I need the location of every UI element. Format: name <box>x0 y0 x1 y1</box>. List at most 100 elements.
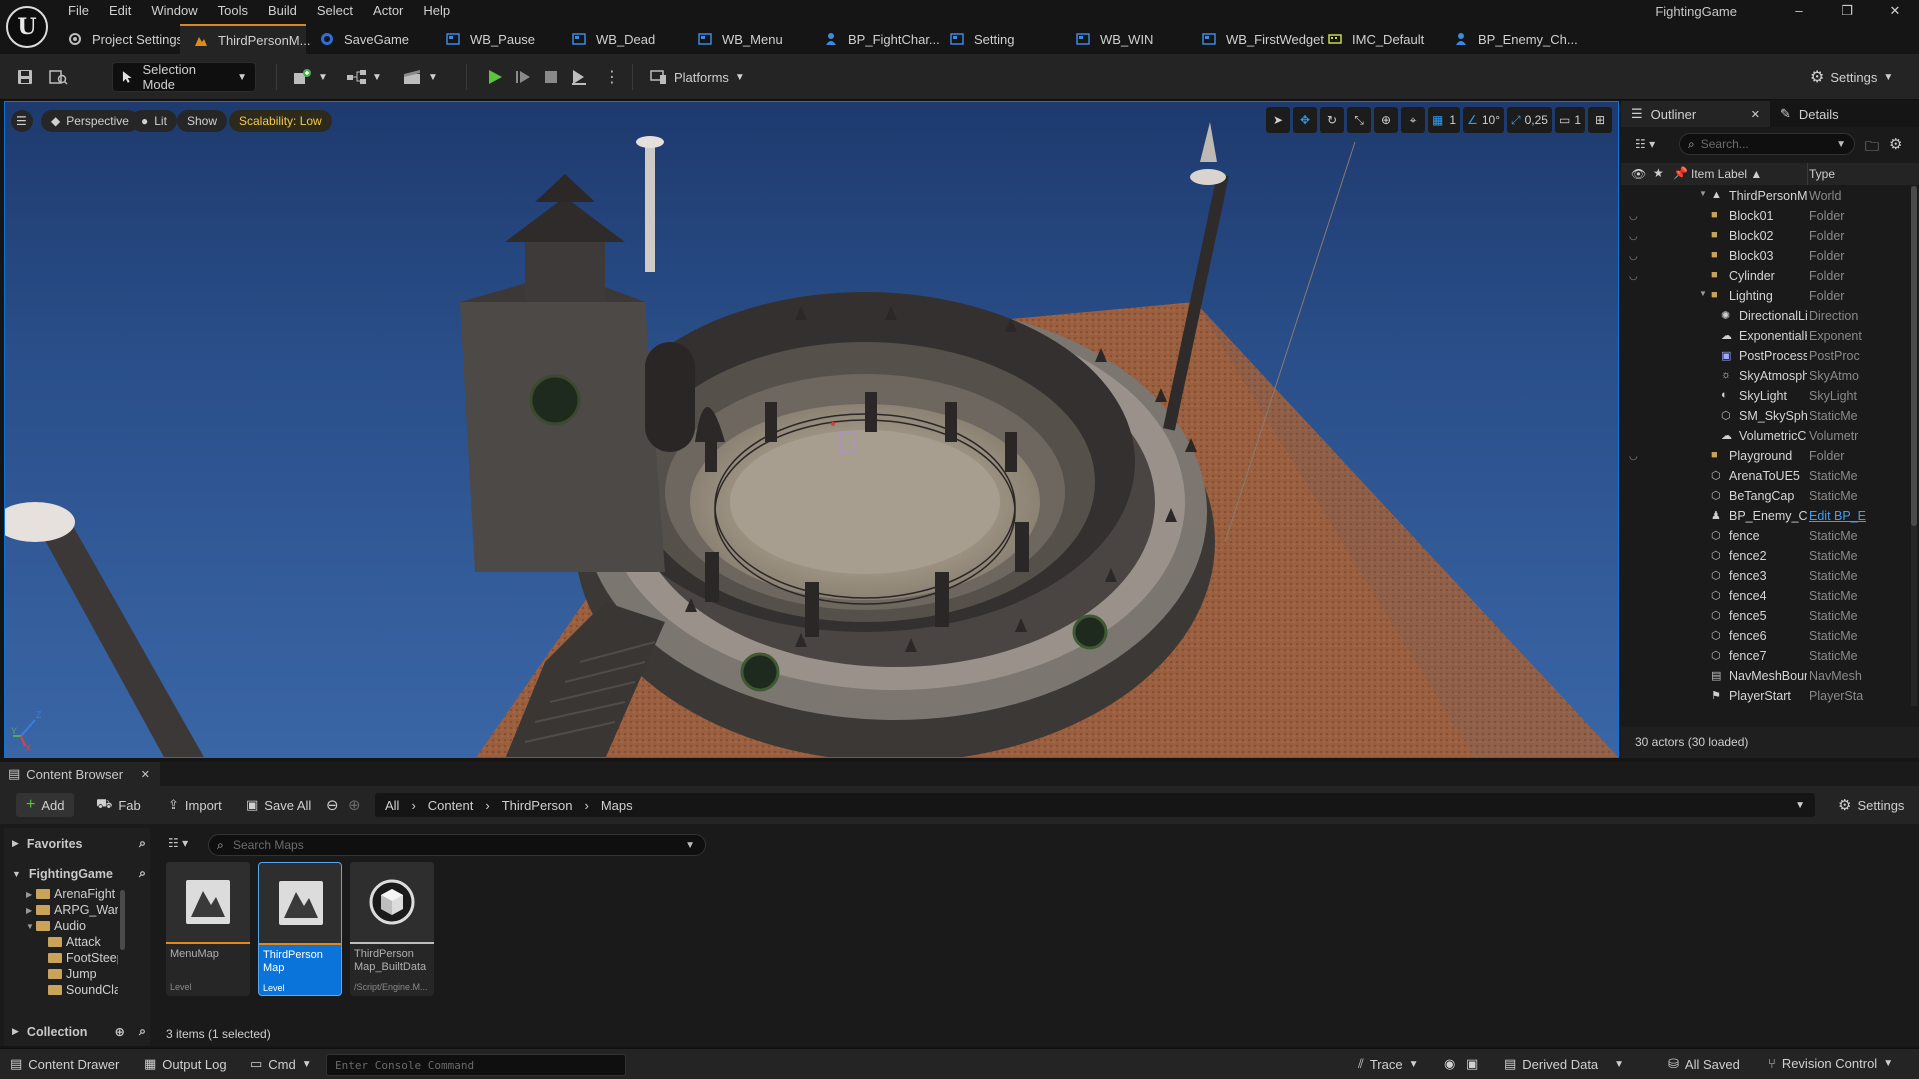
chevron-down-icon[interactable]: ▼ <box>26 922 34 931</box>
cmd-dropdown[interactable]: ▭ Cmd ▼ <box>250 1056 312 1072</box>
outliner-row-lighting[interactable]: ▼ ■ Lighting Folder <box>1621 286 1911 306</box>
visibility-toggle-icon[interactable]: ◡ <box>1629 251 1643 262</box>
world-space-icon[interactable]: ⊕ <box>1374 107 1399 133</box>
eject-button[interactable] <box>570 62 588 92</box>
tab-bp-fightchar[interactable]: BP_FightChar... <box>810 24 940 54</box>
outliner-row-fence6[interactable]: ⬡ fence6 StaticMe <box>1621 626 1911 646</box>
folder-attack[interactable]: Attack <box>4 934 118 950</box>
show-button[interactable]: Show <box>177 110 228 132</box>
pin-column-icon[interactable]: 📌 <box>1673 166 1688 180</box>
screenshot-icon[interactable]: ▣ <box>1466 1056 1478 1072</box>
folder-soundclas[interactable]: SoundClas <box>4 982 118 996</box>
lit-button[interactable]: ● Lit <box>131 110 177 132</box>
blueprint-menu-button[interactable]: ▼ <box>346 62 382 92</box>
console-input[interactable]: Enter Console Command <box>326 1054 626 1076</box>
folder-jump[interactable]: Jump <box>4 966 118 982</box>
play-options-icon[interactable]: ⋮ <box>604 62 620 92</box>
play-button[interactable] <box>486 62 504 92</box>
tab-outliner[interactable]: ☰ Outliner ✕ <box>1621 101 1770 127</box>
add-folder-icon[interactable]: 🗀 <box>1865 136 1879 160</box>
close-tab-icon[interactable]: ✕ <box>141 768 150 781</box>
chevron-right-icon[interactable]: ▶ <box>26 906 32 915</box>
visibility-toggle-icon[interactable]: ◡ <box>1629 271 1643 282</box>
menu-tools[interactable]: Tools <box>208 0 258 22</box>
translate-tool-icon[interactable]: ✥ <box>1293 107 1318 133</box>
perspective-button[interactable]: ◆ Perspective <box>41 110 139 132</box>
forward-icon[interactable]: ⊕ <box>348 793 361 817</box>
scale-snap-button[interactable]: ⤢ 0,25 <box>1507 107 1552 133</box>
all-saved-button[interactable]: ⛁ All Saved <box>1668 1056 1740 1072</box>
menu-build[interactable]: Build <box>258 0 307 22</box>
outliner-row-fence7[interactable]: ⬡ fence7 StaticMe <box>1621 646 1911 666</box>
scene-render[interactable] <box>5 102 1619 758</box>
selection-mode-dropdown[interactable]: Selection Mode ▼ <box>112 62 256 92</box>
visibility-toggle-icon[interactable]: ◡ <box>1629 231 1643 242</box>
outliner-row-playground[interactable]: ◡ ■ Playground Folder <box>1621 446 1911 466</box>
browse-icon[interactable] <box>48 62 68 92</box>
search-icon[interactable]: ⌕ <box>139 1024 146 1039</box>
outliner-row-fence2[interactable]: ⬡ fence2 StaticMe <box>1621 546 1911 566</box>
scrollbar-thumb[interactable] <box>1911 186 1917 526</box>
unreal-logo-icon[interactable]: U <box>6 6 48 48</box>
gear-icon[interactable]: ⚙ <box>1889 135 1902 153</box>
maximize-button[interactable]: ❐ <box>1823 0 1871 24</box>
tab-setting[interactable]: Setting <box>936 24 1062 54</box>
tab-project-settings[interactable]: Project Settings <box>54 24 183 54</box>
outliner-row-directionalligl[interactable]: ✺ DirectionalLiglDirection <box>1621 306 1911 326</box>
cinematics-button[interactable]: ▼ <box>402 62 438 92</box>
maximize-viewport-icon[interactable]: ⊞ <box>1588 107 1612 133</box>
visibility-column-icon[interactable]: 👁 <box>1631 167 1646 181</box>
grid-snap-button[interactable]: ▦ 1 <box>1428 107 1461 133</box>
outliner-row-playerstart[interactable]: ⚑ PlayerStart PlayerSta <box>1621 686 1911 706</box>
menu-edit[interactable]: Edit <box>99 0 141 22</box>
outliner-scrollbar[interactable] <box>1911 186 1917 706</box>
scale-tool-icon[interactable]: ⤡ <box>1347 107 1372 133</box>
search-icon[interactable]: ⌕ <box>139 866 146 881</box>
outliner-row-volumetricclo[interactable]: ☁ VolumetricCloVolumetr <box>1621 426 1911 446</box>
outliner-row-cylinder[interactable]: ◡ ■ Cylinder Folder <box>1621 266 1911 286</box>
filter-icon[interactable]: ☷ ▾ <box>1635 137 1655 151</box>
add-actor-button[interactable]: ▼ <box>292 62 328 92</box>
collection-header[interactable]: ▶ Collection ⊕ ⌕ <box>12 1024 146 1039</box>
outliner-row-arenatoue5[interactable]: ⬡ ArenaToUE5 StaticMe <box>1621 466 1911 486</box>
project-root-header[interactable]: ▼ FightingGame ⌕ <box>12 866 146 881</box>
rotate-tool-icon[interactable]: ↻ <box>1320 107 1345 133</box>
filter-icon[interactable]: ☷ ▾ <box>168 836 188 850</box>
trace-dropdown[interactable]: ⫽ Trace ▼ <box>1358 1056 1418 1072</box>
content-browser-settings-button[interactable]: ⚙ Settings <box>1838 793 1904 817</box>
tab-wb-win[interactable]: WB_WIN <box>1062 24 1188 54</box>
outliner-row-bp-enemy-char[interactable]: ♟ BP_Enemy_CharEdit BP_E <box>1621 506 1911 526</box>
asset-tile[interactable]: MenuMap Level <box>166 862 250 996</box>
outliner-row-skyatmosphe[interactable]: ☼ SkyAtmospheSkyAtmo <box>1621 366 1911 386</box>
favorite-column-icon[interactable]: ★ <box>1653 166 1664 180</box>
outliner-row-thirdpersonmap-i[interactable]: ▼▲ThirdPersonMap (IWorld <box>1621 186 1911 206</box>
outliner-row-fence[interactable]: ⬡ fence StaticMe <box>1621 526 1911 546</box>
fab-button[interactable]: ⛟ Fab <box>96 793 141 817</box>
menu-select[interactable]: Select <box>307 0 363 22</box>
outliner-row-block03[interactable]: ◡ ■ Block03 Folder <box>1621 246 1911 266</box>
search-maps-input[interactable]: ⌕ Search Maps ▼ <box>208 834 706 856</box>
output-log-button[interactable]: ▦ Output Log <box>144 1056 227 1072</box>
tab-wb-firstwedget[interactable]: WB_FirstWedget <box>1188 24 1324 54</box>
derived-data-dropdown[interactable]: ▤ Derived Data ▼ <box>1504 1056 1624 1072</box>
outliner-row-sm-skyspher[interactable]: ⬡ SM_SkySpherStaticMe <box>1621 406 1911 426</box>
save-all-button[interactable]: ▣ Save All <box>246 793 311 817</box>
tab-bp-enemy-ch[interactable]: BP_Enemy_Ch... <box>1440 24 1578 54</box>
breadcrumb-all[interactable]: All <box>385 798 399 813</box>
breadcrumb-thirdperson[interactable]: ThirdPerson <box>502 798 573 813</box>
stop-button[interactable] <box>542 62 560 92</box>
breadcrumb-maps[interactable]: Maps <box>601 798 633 813</box>
outliner-row-fence5[interactable]: ⬡ fence5 StaticMe <box>1621 606 1911 626</box>
save-icon[interactable] <box>16 62 34 92</box>
content-drawer-button[interactable]: ▤ Content Drawer <box>10 1056 119 1072</box>
close-window-button[interactable]: ✕ <box>1871 0 1919 24</box>
skip-frame-button[interactable] <box>514 62 532 92</box>
menu-help[interactable]: Help <box>413 0 460 22</box>
visibility-toggle-icon[interactable]: ◡ <box>1629 451 1643 462</box>
outliner-row-exponentialhe[interactable]: ☁ ExponentialHeExponent <box>1621 326 1911 346</box>
surface-snap-icon[interactable]: ⌖ <box>1401 107 1426 133</box>
back-icon[interactable]: ⊖ <box>326 793 339 817</box>
tab-savegame[interactable]: SaveGame <box>306 24 432 54</box>
outliner-item-type[interactable]: Edit BP_E <box>1809 509 1869 523</box>
close-tab-icon[interactable]: ✕ <box>1751 108 1760 121</box>
